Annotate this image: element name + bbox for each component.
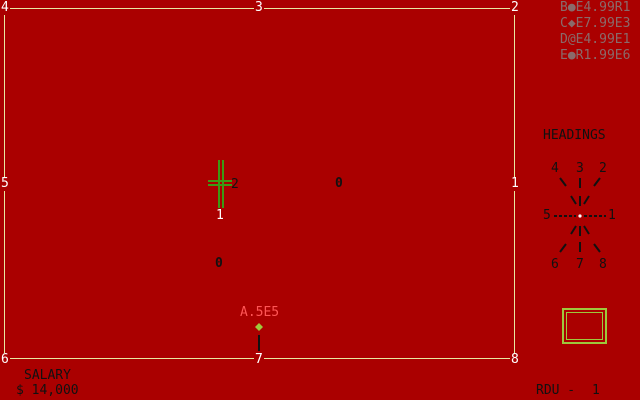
- field-graphics: [208, 160, 606, 351]
- beacon[interactable]: 0: [215, 257, 223, 271]
- heading-label-7: 7: [576, 257, 584, 272]
- beacon[interactable]: 0: [335, 177, 343, 191]
- flight-list-item: E●R1.99E6: [560, 48, 631, 63]
- exit-label-4: 4: [0, 0, 10, 15]
- flight-list-item: B●E4.99R1: [560, 0, 631, 15]
- target-label: A.5E5: [240, 305, 280, 320]
- heading-label-5: 5: [543, 208, 551, 223]
- heading-label-4: 4: [551, 161, 559, 176]
- minimap-box: [562, 308, 607, 344]
- exit-label-8: 8: [510, 352, 520, 367]
- exit-label-6: 6: [0, 352, 10, 367]
- heading-label-1: 1: [608, 208, 616, 223]
- flight-list-item: C◆E7.99E3: [560, 16, 631, 31]
- aircraft-heading-label: 2: [231, 177, 239, 192]
- heading-label-8: 8: [599, 257, 607, 272]
- aircraft-altitude-label: 1: [216, 208, 224, 223]
- exit-label-5: 5: [0, 176, 10, 191]
- exit-label-3: 3: [254, 0, 264, 15]
- rdu-value: 1: [592, 383, 600, 398]
- rdu-label: RDU -: [536, 383, 576, 398]
- flight-list-item: D@E4.99E1: [560, 32, 631, 47]
- exit-label-2: 2: [510, 0, 520, 15]
- compass-center: [578, 214, 582, 218]
- heading-label-2: 2: [599, 161, 607, 176]
- salary-value: $ 14,000: [16, 383, 79, 398]
- exit-label-7: 7: [254, 352, 264, 367]
- aircraft-symbol[interactable]: [208, 160, 232, 208]
- heading-label-6: 6: [551, 257, 559, 272]
- salary-label: SALARY: [24, 368, 71, 383]
- headings-title: HEADINGS: [543, 128, 606, 143]
- exit-label-1: 1: [510, 176, 520, 191]
- heading-label-3: 3: [576, 161, 584, 176]
- target-marker: [255, 323, 263, 351]
